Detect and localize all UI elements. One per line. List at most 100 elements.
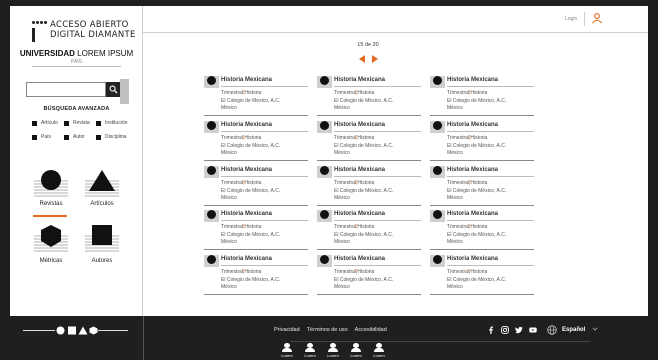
journal-card[interactable]: Historia Mexicana Trimestral|Historia El C… (430, 255, 534, 295)
journal-card[interactable]: Historia Mexicana Trimestral|Historia El C… (204, 121, 308, 161)
filter-institucion[interactable]: Institución (96, 120, 128, 126)
journal-title[interactable]: Historia Mexicana (221, 167, 272, 173)
square-icon[interactable] (85, 224, 119, 254)
divider (334, 176, 421, 177)
divider (221, 265, 308, 266)
journal-title[interactable]: Historia Mexicana (221, 122, 272, 128)
journal-title[interactable]: Historia Mexicana (334, 211, 385, 217)
instagram-icon[interactable] (501, 326, 509, 334)
youtube-icon[interactable] (529, 326, 537, 334)
checkbox-icon[interactable] (32, 120, 37, 126)
journal-title[interactable]: Historia Mexicana (334, 256, 385, 262)
journal-meta: Trimestral|Historia El Colegio de México,… (221, 180, 280, 203)
link-terminos[interactable]: Términos de uso (307, 327, 348, 333)
journal-card[interactable]: Historia Mexicana Trimestral|Historia El C… (204, 166, 308, 206)
partner-logo[interactable]: Lorem (279, 343, 295, 359)
filter-articulo[interactable]: Artículo (32, 120, 58, 126)
journal-title[interactable]: Historia Mexicana (334, 122, 385, 128)
journal-meta: Trimestral|Historia El Colegio de México,… (334, 224, 393, 247)
search-decoration (120, 79, 129, 104)
journal-card[interactable]: Historia Mexicana Trimestral|Historia El C… (317, 255, 421, 295)
checkbox-icon[interactable] (32, 134, 37, 140)
user-icon[interactable] (591, 13, 603, 24)
top-bar: Login (143, 6, 648, 33)
partner-logo[interactable]: Lorem (348, 343, 364, 359)
checkbox-icon[interactable] (64, 120, 69, 126)
page: ACCESO ABIERTO DIGITAL DIAMANTE UNIVERSI… (0, 0, 658, 360)
advanced-search-label[interactable]: BÚSQUEDA AVANZADA (10, 106, 143, 112)
partner-logo[interactable]: Lorem (302, 343, 318, 359)
journal-card[interactable]: Historia Mexicana Trimestral|Historia El C… (317, 76, 421, 116)
journal-meta: Trimestral|Historia El Colegio de México,… (334, 180, 393, 203)
filter-pais[interactable]: País (32, 134, 51, 140)
filter-disciplina[interactable]: Disciplina (96, 134, 126, 140)
category-autores[interactable]: Autores (85, 258, 119, 264)
checkbox-icon[interactable] (96, 134, 101, 140)
divider (32, 66, 121, 67)
checkbox-icon[interactable] (96, 120, 101, 126)
journal-title[interactable]: Historia Mexicana (447, 77, 498, 83)
category-revistas[interactable]: Revistas (34, 201, 68, 207)
divider (221, 220, 308, 221)
checkbox-icon[interactable] (64, 134, 69, 140)
journal-meta: Trimestral|Historia El Colegio de México,… (447, 180, 506, 203)
journal-card[interactable]: Historia Mexicana Trimestral|Historia El C… (430, 76, 534, 116)
journal-discipline: Historia (244, 135, 262, 141)
journal-title[interactable]: Historia Mexicana (334, 77, 385, 83)
logo-title[interactable]: ACCESO ABIERTO DIGITAL DIAMANTE (50, 20, 136, 40)
login-link[interactable]: Login (565, 16, 577, 22)
journal-institution: El Colegio de México, A.C. (447, 97, 507, 104)
journal-title[interactable]: Historia Mexicana (221, 211, 272, 217)
journal-meta: Trimestral|Historia El Colegio de México,… (221, 269, 280, 292)
search-button[interactable] (106, 82, 120, 97)
partner-label: Lorem (304, 353, 316, 358)
next-page-button[interactable] (372, 55, 378, 63)
link-privacidad[interactable]: Privacidad (274, 327, 300, 333)
journal-title[interactable]: Historia Mexicana (447, 211, 498, 217)
logo-icon[interactable] (32, 20, 48, 42)
hexagon-icon[interactable] (34, 224, 68, 254)
journal-card[interactable]: Historia Mexicana Trimestral|Historia El C… (317, 121, 421, 161)
category-articulos[interactable]: Artículos (85, 201, 119, 207)
link-accesibilidad[interactable]: Accesibilidad (355, 327, 387, 333)
language-selector[interactable]: Español (562, 327, 585, 333)
journal-title[interactable]: Historia Mexicana (221, 77, 272, 83)
journal-dot-icon (320, 255, 329, 264)
prev-page-button[interactable] (359, 55, 365, 63)
twitter-icon[interactable] (515, 326, 523, 334)
journal-frequency: Trimestral (221, 180, 244, 186)
chevron-down-icon[interactable] (592, 326, 598, 332)
partner-logo[interactable]: Lorem (325, 343, 341, 359)
journal-title[interactable]: Historia Mexicana (447, 122, 498, 128)
journal-title[interactable]: Historia Mexicana (334, 167, 385, 173)
filter-label: Artículo (41, 120, 58, 126)
journal-dot-icon (433, 76, 442, 85)
journal-card[interactable]: Historia Mexicana Trimestral|Historia El C… (430, 121, 534, 161)
circle-icon[interactable] (34, 169, 68, 199)
journal-dot-icon (433, 166, 442, 175)
partner-logo[interactable]: Lorem (371, 343, 387, 359)
search-input[interactable] (26, 82, 106, 97)
journal-title[interactable]: Historia Mexicana (447, 256, 498, 262)
journal-title[interactable]: Historia Mexicana (447, 167, 498, 173)
journal-card[interactable]: Historia Mexicana Trimestral|Historia El C… (430, 166, 534, 206)
journal-card[interactable]: Historia Mexicana Trimestral|Historia El C… (430, 210, 534, 250)
journal-discipline: Historia (244, 224, 262, 230)
journal-institution: El Colegio de México, A.C. (447, 231, 507, 238)
filter-revista[interactable]: Revista (64, 120, 90, 126)
journal-card[interactable]: Historia Mexicana Trimestral|Historia El C… (317, 166, 421, 206)
category-metricas[interactable]: Métricas (34, 258, 68, 264)
journal-frequency: Trimestral (334, 135, 357, 141)
filter-autor[interactable]: Autor (64, 134, 85, 140)
logo-title-line1: ACCESO ABIERTO (50, 20, 129, 30)
triangle-icon[interactable] (85, 169, 119, 199)
filter-label: Institución (105, 120, 128, 126)
journal-card[interactable]: Historia Mexicana Trimestral|Historia El C… (204, 76, 308, 116)
journal-card[interactable]: Historia Mexicana Trimestral|Historia El C… (317, 210, 421, 250)
journal-title[interactable]: Historia Mexicana (221, 256, 272, 262)
facebook-icon[interactable] (487, 326, 495, 334)
globe-icon[interactable] (547, 325, 557, 335)
journal-meta: Trimestral|Historia El Colegio de México,… (221, 90, 280, 113)
journal-card[interactable]: Historia Mexicana Trimestral|Historia El C… (204, 210, 308, 250)
journal-card[interactable]: Historia Mexicana Trimestral|Historia El C… (204, 255, 308, 295)
